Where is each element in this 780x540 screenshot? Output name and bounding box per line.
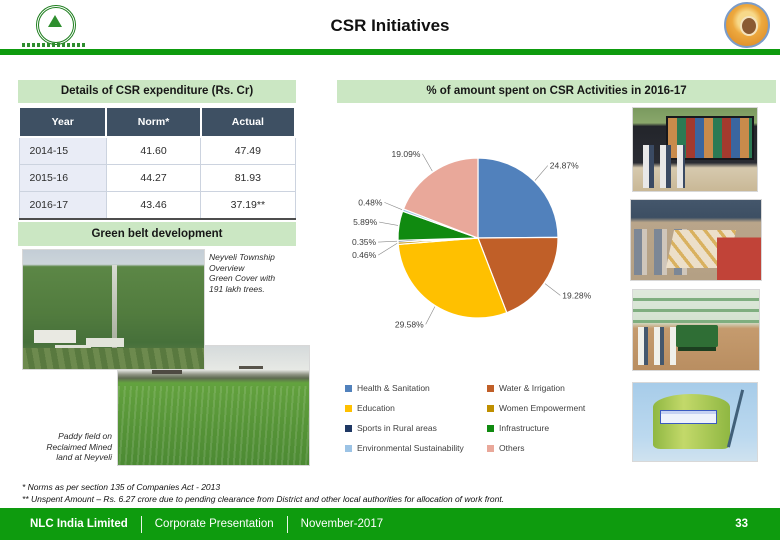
label-leader-line <box>534 165 549 181</box>
pie-percent-label: 24.87% <box>550 161 579 171</box>
year-cell: 2016-17 <box>18 191 107 220</box>
year-cell: 2014-15 <box>18 136 107 165</box>
photo-decor <box>642 144 686 188</box>
photo-decor <box>633 290 759 324</box>
footer-company: NLC India Limited <box>30 518 128 530</box>
table-row: 2014-15 41.60 47.49 <box>18 136 296 165</box>
footnotes: * Norms as per section 135 of Companies … <box>22 481 764 505</box>
photo-decor <box>638 326 676 366</box>
pie-chart-title: % of amount spent on CSR Activities in 2… <box>337 80 776 103</box>
legend-swatch <box>345 424 352 432</box>
label-leader-line <box>384 202 403 210</box>
table-header-row: Year Norm* Actual <box>17 106 297 138</box>
badge-portrait <box>740 16 758 36</box>
photo-decor <box>660 409 717 424</box>
legend-swatch <box>345 404 352 412</box>
legend-item: Health & Sanitation <box>345 383 481 393</box>
pie-chart-legend: Health & Sanitation Water & Irrigation Edu… <box>345 383 623 453</box>
label-leader-line <box>379 221 399 226</box>
footer-bar: NLC India Limited Corporate Presentation… <box>0 508 780 540</box>
logo-registration-text <box>22 43 86 47</box>
photo-decor <box>33 329 76 343</box>
col-header-year: Year <box>17 106 108 138</box>
pie-percent-label: 0.46% <box>352 250 377 260</box>
label-leader-line <box>378 243 398 256</box>
footer-divider <box>140 515 142 533</box>
csr-expenditure-table: Year Norm* Actual 2014-15 41.60 47.49 20… <box>17 106 297 220</box>
photo-exhibition-van <box>632 107 758 192</box>
legend-swatch <box>487 384 494 392</box>
slide: CSR Initiatives Details of CSR expenditu… <box>0 0 780 540</box>
legend-item: Environmental Sustainability <box>345 443 481 453</box>
norm-cell: 44.27 <box>105 164 202 192</box>
legend-label: Education <box>357 403 395 413</box>
year-cell: 2015-16 <box>18 164 107 192</box>
footnote-unspent: ** Unspent Amount – Rs. 6.27 crore due t… <box>22 494 505 504</box>
page-title: CSR Initiatives <box>330 16 450 35</box>
legend-label: Health & Sanitation <box>357 383 430 393</box>
pie-percent-label: 0.35% <box>352 237 377 247</box>
legend-label: Water & Irrigation <box>499 383 565 393</box>
page-number: 33 <box>735 518 748 530</box>
pie-percent-label: 0.48% <box>358 197 383 207</box>
legend-item: Women Empowerment <box>487 403 623 413</box>
legend-label: Women Empowerment <box>499 403 586 413</box>
green-belt-title: Green belt development <box>18 222 296 246</box>
header-divider-bar <box>0 49 780 55</box>
pie-percent-label: 5.89% <box>353 217 378 227</box>
photo-water-tank <box>632 382 758 462</box>
paddy-caption: Paddy field on Reclaimed Mined land at N… <box>46 431 112 463</box>
pie-slice <box>477 157 559 239</box>
pie-chart-svg: 24.87% 19.28% 29.58% 0.46% 0.35% 5.89% 0.48% 19… <box>352 149 592 329</box>
pie-percent-label: 29.58% <box>395 319 424 329</box>
legend-swatch <box>345 444 352 452</box>
legend-swatch <box>487 404 494 412</box>
photo-community-meal <box>630 199 762 281</box>
pie-percent-label: 19.28% <box>562 290 591 300</box>
legend-label: Sports in Rural areas <box>357 423 437 433</box>
photo-cleaning-drive <box>632 289 760 371</box>
photo-decor <box>716 230 761 280</box>
photo-neyveli-township <box>22 249 205 370</box>
footer-divider <box>286 515 288 533</box>
legend-swatch <box>487 444 494 452</box>
photo-decor <box>23 347 204 369</box>
actual-cell: 37.19** <box>200 191 296 220</box>
pie-chart: 24.87% 19.28% 29.58% 0.46% 0.35% 5.89% 0.48% 19… <box>350 130 620 350</box>
label-leader-line <box>422 153 433 172</box>
legend-item: Education <box>345 403 481 413</box>
footer-presentation: Corporate Presentation <box>154 518 274 530</box>
legend-item: Infrastructure <box>487 423 623 433</box>
legend-label: Others <box>499 443 525 453</box>
actual-cell: 47.49 <box>200 136 296 165</box>
photo-decor <box>118 386 309 465</box>
actual-cell: 81.93 <box>200 164 296 192</box>
table-row: 2015-16 44.27 81.93 <box>18 164 296 192</box>
commemorative-badge-icon <box>724 2 770 48</box>
table-title: Details of CSR expenditure (Rs. Cr) <box>18 80 296 103</box>
legend-item: Sports in Rural areas <box>345 423 481 433</box>
label-leader-line <box>378 240 398 243</box>
legend-label: Environmental Sustainability <box>357 443 464 453</box>
photo-decor <box>675 325 718 348</box>
legend-item: Water & Irrigation <box>487 383 623 393</box>
footnote-norms: * Norms as per section 135 of Companies … <box>22 482 221 492</box>
legend-label: Infrastructure <box>499 423 550 433</box>
col-header-norm: Norm* <box>105 106 202 138</box>
pie-percent-label: 19.09% <box>392 149 421 159</box>
label-leader-line <box>425 306 436 325</box>
legend-swatch <box>345 384 352 392</box>
col-header-actual: Actual <box>199 106 297 138</box>
footer-date: November-2017 <box>300 518 384 530</box>
legend-item: Others <box>487 443 623 453</box>
township-caption: Neyveli Township Overview Green Cover wi… <box>209 252 276 294</box>
legend-swatch <box>487 424 494 432</box>
label-leader-line <box>544 283 561 296</box>
norm-cell: 43.46 <box>105 191 202 220</box>
norm-cell: 41.60 <box>105 136 202 165</box>
table-row: 2016-17 43.46 37.19** <box>18 191 296 220</box>
